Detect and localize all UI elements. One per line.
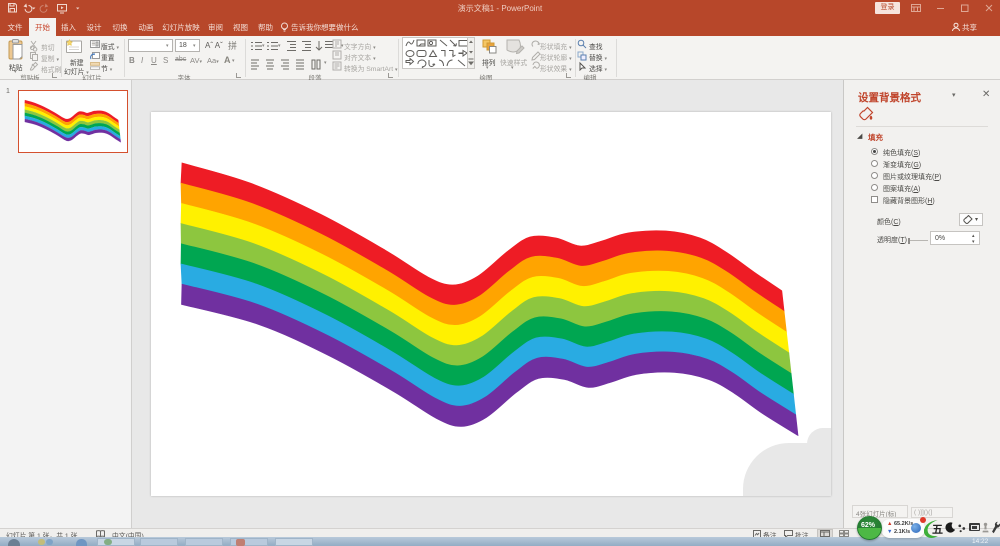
svg-text:拼: 拼 <box>228 40 237 51</box>
